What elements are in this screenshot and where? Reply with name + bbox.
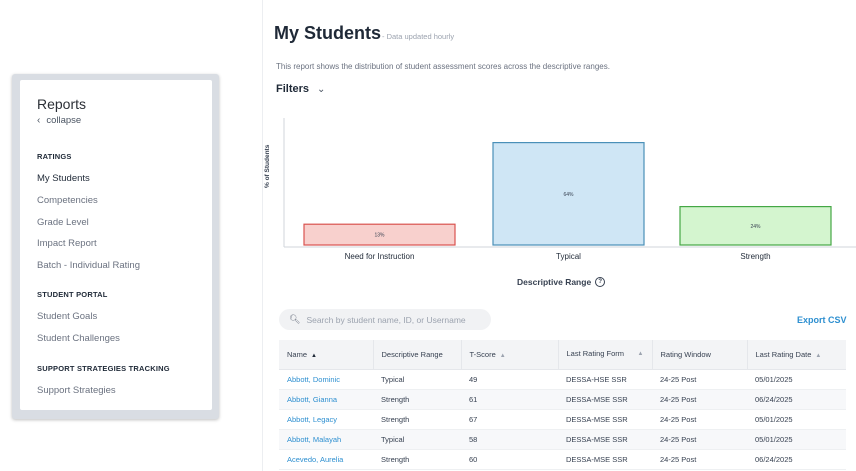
collapse-button[interactable]: ‹ collapse [37, 115, 81, 126]
sidebar: Reports ‹ collapse RATINGS My Students C… [20, 80, 212, 410]
sidebar-item-student-challenges[interactable]: Student Challenges [37, 333, 120, 344]
table-cell: Typical [373, 369, 461, 390]
table-cell: DESSA-MSE SSR [558, 429, 652, 450]
search-icon: 🔍︎ [289, 314, 301, 324]
category-label: Typical [556, 252, 581, 261]
table-cell: 61 [461, 389, 558, 410]
table-cell: DESSA-MSE SSR [558, 449, 652, 470]
table-cell: 05/01/2025 [747, 369, 846, 390]
sort-up-icon: ▲ [311, 352, 317, 359]
bar-data-label: 13% [374, 233, 385, 239]
section-heading-ratings: RATINGS [37, 152, 72, 161]
student-name-link[interactable]: Acevedo, Aurelia [279, 449, 373, 470]
table-cell: 05/01/2025 [747, 409, 846, 430]
x-axis-label: Descriptive Range [517, 277, 592, 287]
sort-icon: ▲ [637, 351, 644, 358]
bar-data-label: 64% [563, 192, 574, 198]
sidebar-title: Reports [37, 96, 87, 112]
student-name-link[interactable]: Abbott, Dominic [279, 369, 373, 390]
column-header-rating-window[interactable]: Rating Window [652, 340, 748, 370]
table-cell: Typical [373, 429, 461, 450]
filters-toggle[interactable]: Filters ⌄ [276, 83, 325, 95]
section-heading-student-portal: STUDENT PORTAL [37, 290, 108, 299]
sort-icon: ▲ [499, 352, 506, 359]
chevron-left-icon: ‹ [37, 115, 41, 126]
table-cell: 05/01/2025 [747, 429, 846, 450]
sidebar-item-competencies[interactable]: Competencies [37, 195, 98, 206]
search-box: 🔍︎ [279, 309, 491, 330]
table-cell: 58 [461, 429, 558, 450]
table-cell: 67 [461, 409, 558, 430]
sidebar-item-support-strategies[interactable]: Support Strategies [37, 385, 116, 396]
sidebar-item-impact-report[interactable]: Impact Report [37, 238, 97, 249]
category-label: Need for Instruction [344, 252, 415, 261]
column-header-t-score[interactable]: T-Score ▲ [461, 340, 559, 370]
sidebar-item-student-goals[interactable]: Student Goals [37, 311, 97, 322]
sort-icon: ▲ [815, 352, 822, 359]
table-row[interactable]: Abbott, Dominic Typical 49 DESSA-HSE SSR 24-… [279, 369, 846, 390]
table-cell: DESSA-MSE SSR [558, 409, 652, 430]
column-header-descriptive-range[interactable]: Descriptive Range [373, 340, 462, 370]
bar-data-label: 24% [750, 224, 761, 230]
student-name-link[interactable]: Abbott, Legacy [279, 409, 373, 430]
sidebar-item-my-students[interactable]: My Students [37, 173, 90, 184]
table-row[interactable]: Abbott, Malayah Typical 58 DESSA-MSE SSR 24-… [279, 429, 846, 450]
y-axis-label: % of Students [264, 144, 271, 188]
table-cell: Strength [373, 449, 461, 470]
table-row[interactable]: Acevedo, Aurelia Strength 60 DESSA-MSE SSR 2… [279, 449, 846, 470]
table-cell: Strength [373, 409, 461, 430]
table-cell: 49 [461, 369, 558, 390]
x-axis-label-wrap: Descriptive Range ? [517, 277, 606, 287]
descriptive-range-chart: 13% 64% 24% [283, 118, 856, 248]
page-description: This report shows the distribution of st… [276, 62, 610, 71]
student-name-link[interactable]: Abbott, Malayah [279, 429, 373, 450]
column-header-last-rating-form[interactable]: Last Rating Form ▲ [558, 340, 653, 370]
table-cell: 06/24/2025 [747, 449, 846, 470]
table-cell: 24-25 Post [652, 429, 747, 450]
table-header-row: Name ▲ Descriptive Range T-Score ▲ Last Ra… [279, 340, 846, 370]
table-row[interactable]: Abbott, Gianna Strength 61 DESSA-MSE SSR 24-… [279, 389, 846, 410]
table-cell: 24-25 Post [652, 389, 747, 410]
table-cell: 24-25 Post [652, 449, 747, 470]
table-cell: 06/24/2025 [747, 389, 846, 410]
table-row[interactable]: Abbott, Legacy Strength 67 DESSA-MSE SSR 24-… [279, 409, 846, 430]
page-subtitle: - Data updated hourly [382, 32, 455, 41]
category-label: Strength [740, 252, 771, 261]
collapse-label: collapse [46, 115, 82, 126]
table-cell: DESSA-HSE SSR [558, 369, 652, 390]
chevron-down-icon: ⌄ [317, 83, 326, 95]
sidebar-item-grade-level[interactable]: Grade Level [37, 217, 89, 228]
table-cell: 24-25 Post [652, 409, 747, 430]
table-cell: Strength [373, 389, 461, 410]
section-heading-support-strategies-tracking: SUPPORT STRATEGIES TRACKING [37, 364, 170, 373]
table-cell: 24-25 Post [652, 369, 747, 390]
search-input[interactable] [306, 314, 487, 325]
page-title: My Students [274, 23, 382, 43]
info-icon[interactable]: ? [595, 277, 606, 287]
column-header-name[interactable]: Name ▲ [279, 340, 374, 370]
column-header-last-rating-date[interactable]: Last Rating Date ▲ [747, 340, 846, 370]
table-cell: DESSA-MSE SSR [558, 389, 652, 410]
student-name-link[interactable]: Abbott, Gianna [279, 389, 373, 410]
export-csv-button[interactable]: Export CSV [797, 315, 847, 325]
table-cell: 60 [461, 449, 558, 470]
students-table: Name ▲ Descriptive Range T-Score ▲ Last Ra… [279, 340, 846, 470]
filters-label: Filters [276, 83, 310, 95]
sidebar-item-batch-individual-rating[interactable]: Batch - Individual Rating [37, 260, 140, 271]
